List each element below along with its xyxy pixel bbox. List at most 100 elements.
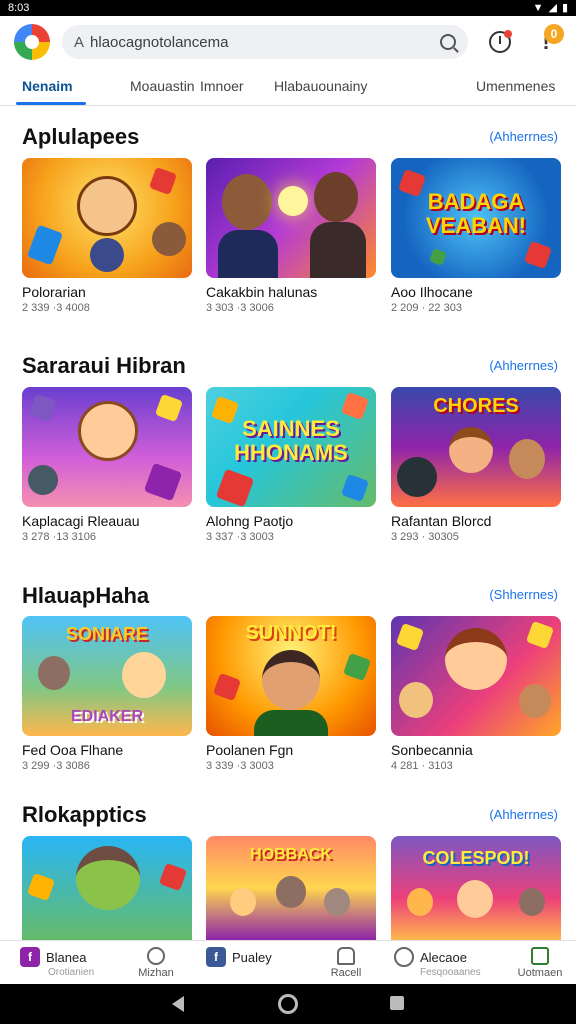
- wifi-icon: ▼: [532, 2, 544, 14]
- game-card[interactable]: Sonbecannia 4 281 · 3103: [391, 616, 561, 772]
- game-meta: 3 337 ·3 3003: [206, 531, 274, 543]
- search-prefix-icon: A: [74, 33, 85, 51]
- status-icons: ▼ ◢ ▮: [533, 0, 568, 16]
- compass-icon: [147, 947, 165, 965]
- game-meta: 3 299 ·3 3086: [22, 760, 90, 772]
- thumbnail-art-text: SUNNOT!: [245, 622, 337, 644]
- lock-icon: [337, 947, 355, 965]
- status-bar: 8:03 ▼ ◢ ▮: [0, 0, 576, 16]
- alert-button[interactable]: ! 0: [530, 24, 564, 58]
- game-meta: 4 281 · 3103: [391, 760, 453, 772]
- thumbnail-art-text: SAINNES HHONAMS: [234, 416, 348, 465]
- search-input[interactable]: hlaocagnotolancema: [90, 34, 440, 51]
- search-icon[interactable]: [440, 34, 456, 50]
- game-title: Sonbecannia: [391, 742, 473, 758]
- nav-item-uotmaen[interactable]: Uotmaen: [512, 947, 568, 979]
- game-thumbnail: SONIARE EDIAKER: [22, 616, 192, 736]
- search-bar[interactable]: A hlaocagnotolancema: [62, 25, 468, 59]
- game-card[interactable]: SUNNOT! Poolanen Fgn 3 339 ·3 3003: [206, 616, 376, 772]
- game-meta: 3 339 ·3 3003: [206, 760, 274, 772]
- tab-0[interactable]: Nenaim: [22, 78, 73, 94]
- back-icon[interactable]: [172, 996, 184, 1012]
- thumbnail-art-text: SONIARE: [65, 624, 148, 644]
- notifications-button[interactable]: [484, 26, 516, 58]
- notification-dot: [504, 30, 512, 38]
- game-thumbnail: [391, 616, 561, 736]
- top-bar: A hlaocagnotolancema ! 0: [0, 16, 576, 68]
- nav-label: Pualey: [232, 949, 272, 965]
- nav-label: Mizhan: [138, 967, 174, 979]
- nav-item-racell[interactable]: Racell: [318, 947, 374, 979]
- game-thumbnail: [22, 158, 192, 278]
- game-card[interactable]: HOBBACK: [206, 836, 376, 940]
- nav-item-mizhan[interactable]: Mizhan: [128, 947, 184, 979]
- game-thumbnail: HOBBACK: [206, 836, 376, 940]
- game-meta: 3 278 ·13 3106: [22, 531, 97, 543]
- game-title: Aoo Ilhocane: [391, 284, 473, 300]
- section-more-link[interactable]: (Ahherrnes): [489, 358, 558, 373]
- facebook-icon: f: [206, 947, 226, 967]
- section-title: HlauapHaha: [22, 583, 150, 608]
- system-navigation-bar: [0, 984, 576, 1024]
- game-card[interactable]: CHORES Rafantan Blorcd 3 293 · 30305: [391, 387, 561, 543]
- tab-2[interactable]: Imnoer: [200, 78, 244, 94]
- app-logo-icon[interactable]: [14, 24, 50, 60]
- section-title: Sararaui Hibran: [22, 353, 186, 378]
- section-title: Rlokapptics: [22, 802, 147, 827]
- game-meta: 3 303 ·3 3006: [206, 302, 274, 314]
- tab-1[interactable]: Moauastin: [130, 78, 195, 94]
- game-thumbnail: SAINNES HHONAMS: [206, 387, 376, 507]
- recents-icon[interactable]: [390, 996, 404, 1010]
- game-card[interactable]: COLESPOD!: [391, 836, 561, 940]
- section-more-link[interactable]: (Shherrnes): [489, 587, 558, 602]
- nav-item-alecaoe[interactable]: Alecaoe: [394, 947, 467, 967]
- game-card[interactable]: BADAGA VEABAN! Aoo Ilhocane 2 209 · 22 3…: [391, 158, 561, 314]
- game-thumbnail: [22, 836, 192, 940]
- game-title: Polorarian: [22, 284, 86, 300]
- thumbnail-art-text: CHORES: [433, 395, 519, 417]
- nav-item-blanea[interactable]: f Blanea: [20, 947, 86, 967]
- thumbnail-art-text: EDIAKER: [70, 708, 143, 725]
- nav-label: Alecaoe: [420, 949, 467, 965]
- game-card[interactable]: Kaplacagi Rleauau 3 278 ·13 3106: [22, 387, 192, 543]
- nav-label: Blanea: [46, 949, 87, 965]
- game-meta: 2 209 · 22 303: [391, 302, 462, 314]
- nav-sublabel: Orotianien: [48, 967, 95, 978]
- game-thumbnail: CHORES: [391, 387, 561, 507]
- battery-icon: ▮: [561, 2, 568, 14]
- app-icon: f: [20, 947, 40, 967]
- gift-icon: [531, 947, 549, 965]
- game-title: Poolanen Fgn: [206, 742, 294, 758]
- tab-4[interactable]: Umenmenes: [476, 78, 555, 94]
- section-more-link[interactable]: (Ahherrnes): [489, 129, 558, 144]
- game-title: Alohng Paotjo: [206, 513, 294, 529]
- game-meta: 3 293 · 30305: [391, 531, 459, 543]
- section-title: Aplulapees: [22, 124, 140, 149]
- game-card[interactable]: Cakakbin halunas 3 303 ·3 3006: [206, 158, 376, 314]
- thumbnail-art-text: BADAGA VEABAN!: [425, 189, 527, 238]
- thumbnail-art-text: COLESPOD!: [422, 848, 530, 868]
- nav-item-pualey[interactable]: f Pualey: [206, 947, 272, 967]
- game-card[interactable]: SAINNES HHONAMS Alohng Paotjo 3 337 ·3 3…: [206, 387, 376, 543]
- home-icon[interactable]: [278, 994, 298, 1014]
- game-card[interactable]: Polorarian 2 339 ·3 4008: [22, 158, 192, 314]
- nav-label: Racell: [330, 967, 362, 979]
- game-title: Fed Ooa Flhane: [22, 742, 124, 758]
- signal-icon: ◢: [548, 2, 557, 14]
- thumbnail-art-text: HOBBACK: [250, 846, 332, 863]
- section-more-link[interactable]: (Ahherrnes): [489, 807, 558, 822]
- game-title: Kaplacagi Rleauau: [22, 513, 140, 529]
- game-card[interactable]: SONIARE EDIAKER Fed Ooa Flhane 3 299 ·3 …: [22, 616, 192, 772]
- game-card[interactable]: [22, 836, 192, 940]
- chat-icon: [394, 947, 414, 967]
- game-thumbnail: [22, 387, 192, 507]
- tab-3[interactable]: Hlabauounainy: [274, 78, 367, 94]
- nav-label: Uotmaen: [517, 967, 563, 979]
- game-meta: 2 339 ·3 4008: [22, 302, 90, 314]
- game-thumbnail: COLESPOD!: [391, 836, 561, 940]
- game-thumbnail: [206, 158, 376, 278]
- category-tabs: Nenaim Moauastin Imnoer Hlabauounainy Um…: [0, 68, 576, 106]
- alert-badge: 0: [544, 24, 564, 44]
- tab-indicator: [16, 102, 86, 105]
- game-thumbnail: SUNNOT!: [206, 616, 376, 736]
